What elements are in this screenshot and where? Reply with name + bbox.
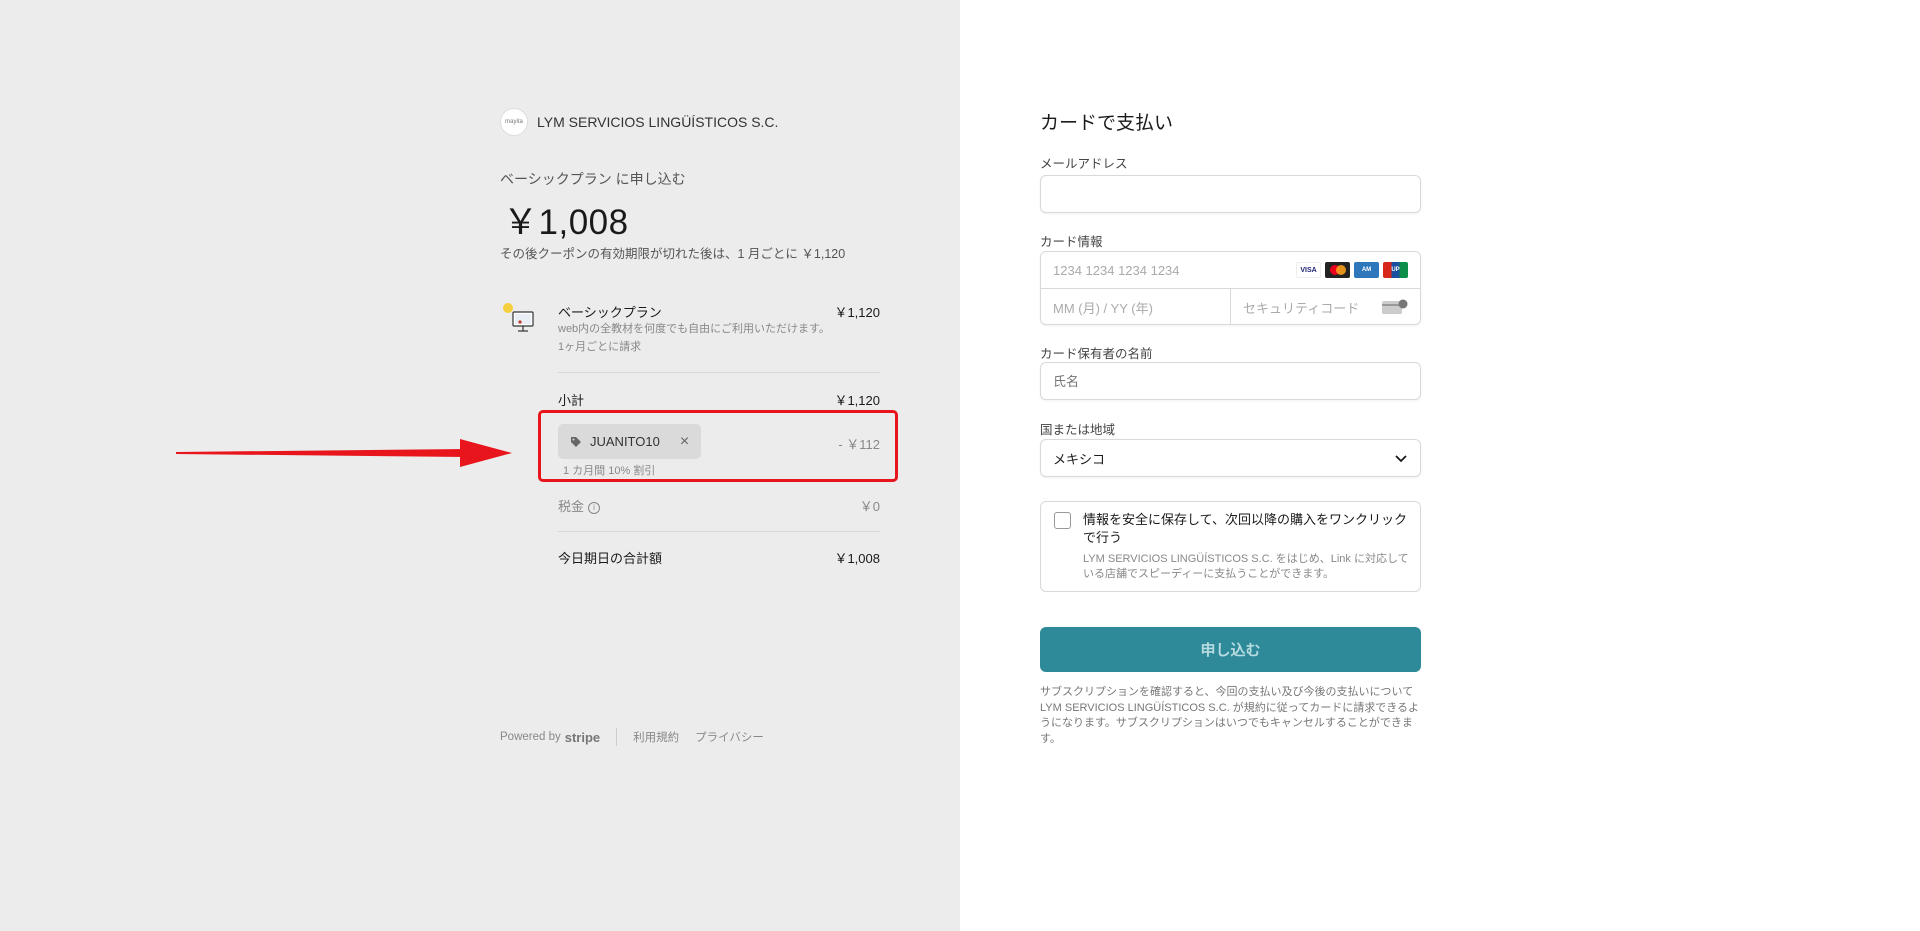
- unionpay-icon: UP: [1383, 262, 1408, 278]
- subtotal-amount: ￥1,120: [834, 393, 880, 408]
- visa-icon: VISA: [1296, 262, 1321, 278]
- amex-icon: AM: [1354, 262, 1379, 278]
- coupon-code: JUANITO10: [590, 434, 660, 449]
- red-arrow-annotation: [176, 439, 512, 467]
- total-price: ￥1,008: [503, 203, 629, 242]
- cvc-placeholder: セキュリティコード: [1243, 300, 1360, 316]
- tax-row: 税金 i ￥0: [558, 496, 880, 515]
- tag-icon: [571, 436, 581, 447]
- line-item-name: ベーシックプラン: [558, 305, 662, 320]
- save-info-checkbox[interactable]: [1054, 512, 1071, 529]
- coupon-discount: - ￥112: [838, 437, 880, 452]
- line-item-billing: 1ヶ月ごとに請求: [558, 341, 642, 353]
- save-info-title: 情報を安全に保存して、次回以降の購入をワンクリックで行う: [1083, 512, 1407, 545]
- form-title: カードで支払い: [1040, 113, 1174, 134]
- card-number-input[interactable]: 1234 1234 1234 1234: [1053, 252, 1180, 288]
- line-item-description: web内の全教材を何度でも自由にご利用いただけます。 1ヶ月ごとに請求: [558, 320, 830, 356]
- card-brands: VISA AM UP: [1296, 262, 1408, 278]
- save-info-description: LYM SERVICIOS LINGÜÍSTICOS S.C. をはじめ、Lin…: [1083, 553, 1409, 580]
- card-info-group: 1234 1234 1234 1234 VISA AM UP MM (月) / …: [1040, 251, 1421, 325]
- subscribe-title: ベーシックプラン に申し込む: [500, 171, 686, 187]
- footer-divider: [616, 728, 618, 746]
- expiry-input[interactable]: MM (月) / YY (年): [1041, 289, 1231, 325]
- legal-text: サブスクリプションを確認すると、今回の支払い及び今後の支払いについて LYM S…: [1040, 686, 1419, 745]
- save-info-box: 情報を安全に保存して、次回以降の購入をワンクリックで行う LYM SERVICI…: [1040, 501, 1421, 592]
- remove-coupon-icon[interactable]: ×: [680, 433, 689, 451]
- product-image: [503, 303, 534, 332]
- country-select[interactable]: メキシコ: [1040, 439, 1421, 477]
- country-value: メキシコ: [1053, 451, 1106, 467]
- subscribe-button[interactable]: 申し込む: [1040, 627, 1421, 672]
- line-item: ベーシックプラン ￥1,120: [558, 302, 880, 321]
- total-row: 今日期日の合計額 ￥1,008: [558, 548, 880, 567]
- info-icon[interactable]: i: [588, 502, 601, 514]
- tax-label-text: 税金: [558, 499, 585, 514]
- coupon-chip[interactable]: JUANITO10 ×: [558, 424, 701, 459]
- subtotal-row: 小計 ￥1,120: [558, 390, 880, 409]
- privacy-link[interactable]: プライバシー: [695, 729, 764, 745]
- order-summary-pane: mayita LYM SERVICIOS LINGÜÍSTICOS S.C. ベ…: [0, 0, 960, 931]
- divider: [558, 372, 880, 373]
- divider: [558, 531, 880, 532]
- line-item-desc-text: web内の全教材を何度でも自由にご利用いただけます。: [558, 323, 830, 335]
- total-label: 今日期日の合計額: [558, 551, 663, 566]
- stripe-logo[interactable]: stripe: [565, 730, 600, 745]
- cvc-input[interactable]: セキュリティコード: [1231, 289, 1420, 325]
- coupon-note: 1 カ月間 10% 割引: [563, 465, 656, 477]
- card-row-2: MM (月) / YY (年) セキュリティコード: [1041, 288, 1420, 325]
- email-label: メールアドレス: [1040, 157, 1128, 171]
- chevron-down-icon: [1395, 455, 1407, 463]
- card-info-label: カード情報: [1040, 235, 1103, 249]
- tax-amount: ￥0: [859, 499, 880, 514]
- footer: Powered by stripe 利用規約 プライバシー: [500, 728, 780, 746]
- merchant-header[interactable]: mayita LYM SERVICIOS LINGÜÍSTICOS S.C.: [500, 108, 778, 136]
- cvc-card-icon: [1382, 299, 1408, 314]
- mastercard-icon: [1325, 262, 1350, 278]
- merchant-logo: mayita: [500, 108, 528, 136]
- total-amount: ￥1,008: [834, 551, 880, 566]
- email-field[interactable]: [1040, 175, 1421, 213]
- subtotal-label: 小計: [558, 393, 585, 408]
- country-label: 国または地域: [1040, 423, 1116, 437]
- terms-link[interactable]: 利用規約: [633, 729, 679, 745]
- cardholder-name-label: カード保有者の名前: [1040, 347, 1153, 361]
- price-note: その後クーポンの有効期限が切れた後は、1 月ごとに ￥1,120: [500, 247, 846, 261]
- powered-by-label: Powered by: [500, 731, 561, 743]
- merchant-name: LYM SERVICIOS LINGÜÍSTICOS S.C.: [537, 114, 779, 130]
- tax-label: 税金 i: [558, 496, 601, 515]
- line-item-amount: ￥1,120: [834, 305, 880, 320]
- cardholder-name-field[interactable]: [1040, 362, 1421, 400]
